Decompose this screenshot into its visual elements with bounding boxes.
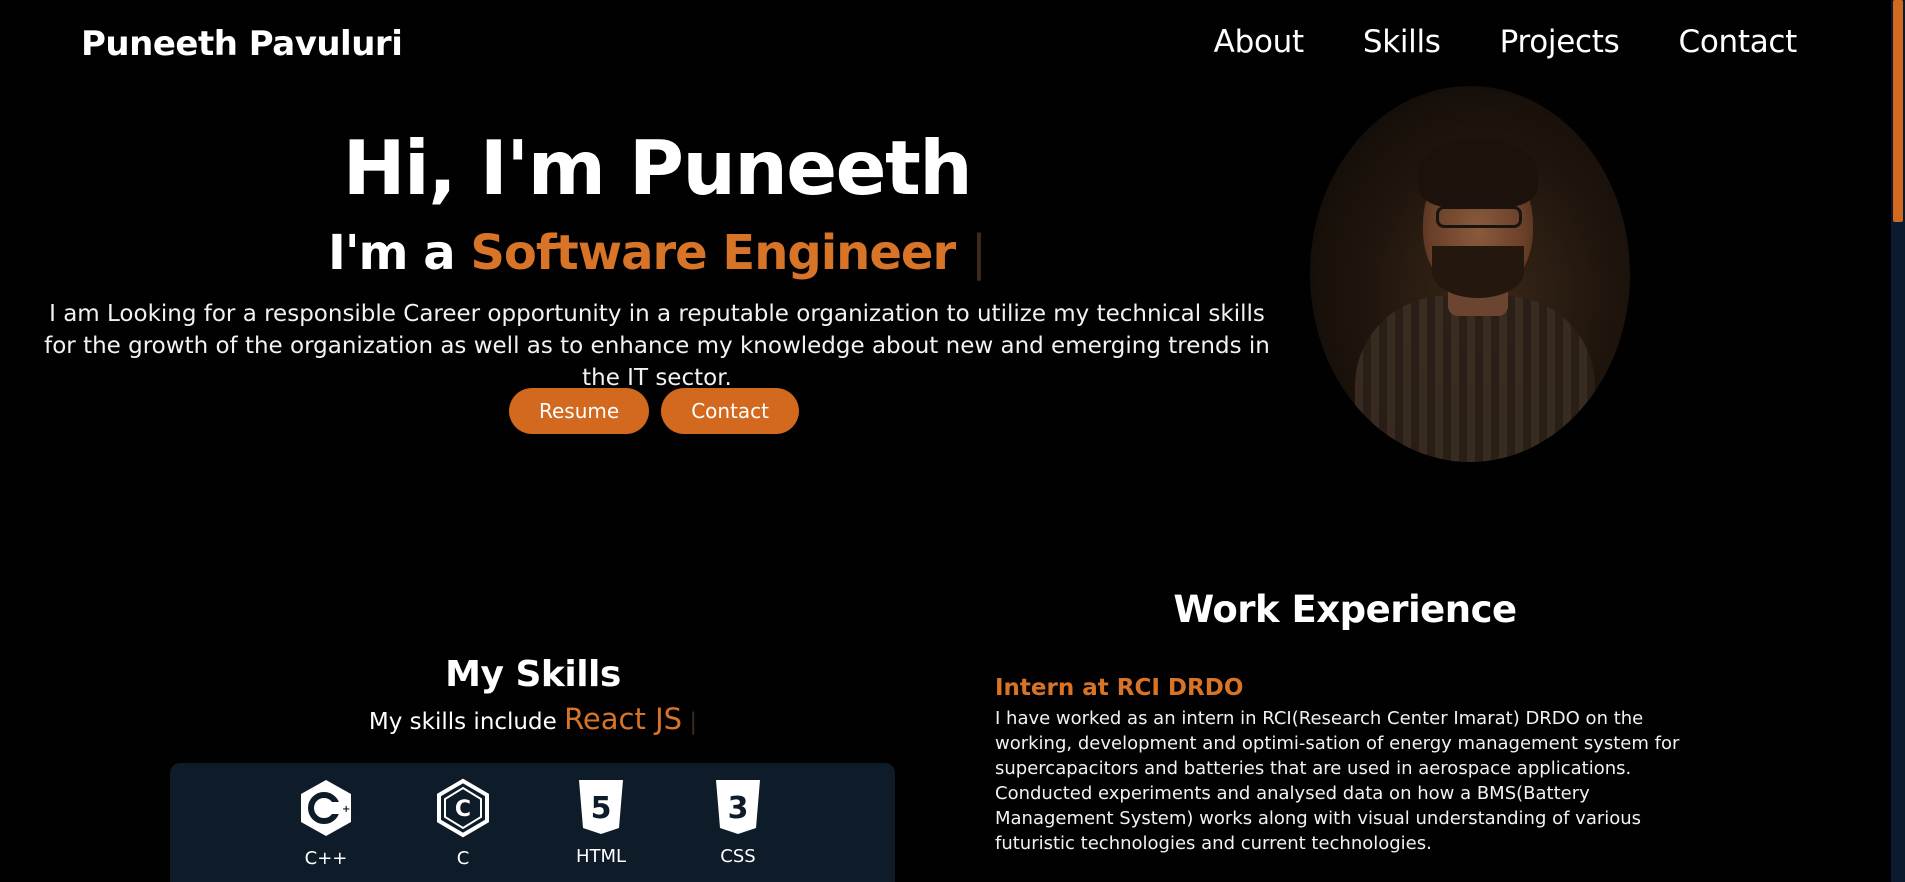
contact-button[interactable]: Contact [661,388,799,434]
skill-item-cplusplus: ++ C++ [276,778,376,869]
portfolio-page: Puneeth Pavuluri About Skills Projects C… [0,0,1905,882]
scrollbar-thumb[interactable] [1893,0,1903,222]
skills-subtitle-prefix: My skills include [368,709,557,735]
nav-projects[interactable]: Projects [1500,24,1620,60]
job-description: I have worked as an intern in RCI(Resear… [995,708,1680,854]
main-nav: About Skills Projects Contact [1214,24,1798,60]
hero-role-typed: Software Engineer [470,225,956,281]
skills-subtitle: My skills include React JS | [0,702,1066,736]
resume-button[interactable]: Resume [509,388,650,434]
hero-description: I am Looking for a responsible Career op… [44,301,1270,391]
skill-item-css: 3 CSS [688,778,788,867]
hero-title: Hi, I'm Puneeth [342,124,973,212]
c-icon: C [437,778,489,838]
profile-photo [1310,86,1630,462]
work-experience-title: Work Experience [1173,588,1517,631]
svg-text:3: 3 [728,791,749,826]
job-title: Intern at RCI DRDO [995,675,1244,701]
nav-about[interactable]: About [1214,24,1304,60]
cplusplus-icon: ++ [301,780,354,836]
skills-card: ++ C++ C C 5 HTML 3 CSS [170,763,895,882]
hero-buttons: Resume Contact [509,388,799,434]
svg-text:5: 5 [591,791,612,826]
skills-typed: React JS [564,702,683,736]
skill-label: C++ [304,848,348,869]
brand-name[interactable]: Puneeth Pavuluri [81,24,403,64]
typing-cursor: | [970,225,987,281]
svg-text:++: ++ [342,804,354,815]
hero-role-prefix: I'm a [327,225,456,281]
skill-item-html: 5 HTML [551,778,651,867]
svg-text:C: C [455,797,471,822]
html5-icon: 5 [579,780,623,834]
skill-label: CSS [720,846,756,867]
hero-role: I'm a Software Engineer | [0,225,1314,281]
skill-label: HTML [575,846,627,867]
skills-title: My Skills [445,654,621,695]
skills-typing-cursor: | [689,709,698,735]
skill-item-c: C C [413,778,513,869]
css3-icon: 3 [716,780,760,834]
nav-contact[interactable]: Contact [1678,24,1797,60]
nav-skills[interactable]: Skills [1363,24,1441,60]
skill-label: C [456,848,470,869]
scrollbar[interactable] [1891,0,1905,882]
